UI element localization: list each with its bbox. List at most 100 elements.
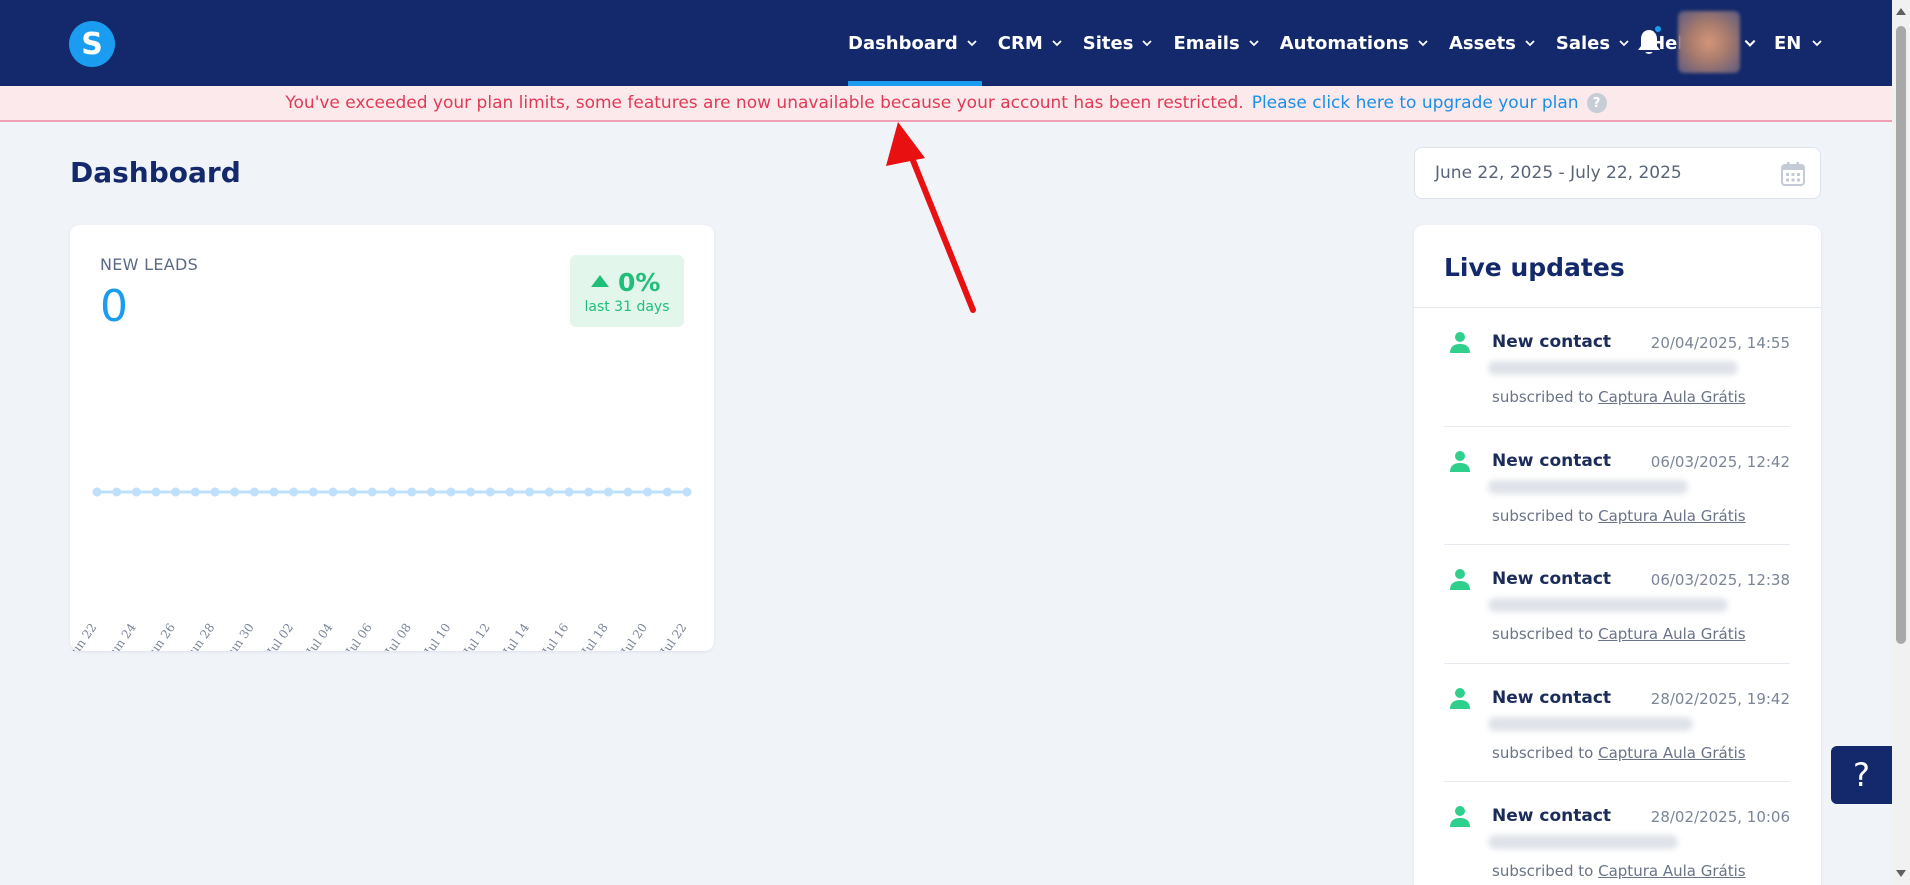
update-detail: subscribed to Captura Aula Grátis [1492,507,1746,525]
data-point[interactable] [426,487,436,497]
scroll-down-arrow[interactable] [1896,870,1906,877]
scrollbar[interactable] [1892,0,1910,885]
data-point[interactable] [603,487,613,497]
data-point[interactable] [249,487,259,497]
data-point[interactable] [348,487,358,497]
scroll-thumb[interactable] [1896,26,1906,644]
x-tick-label: Jun 24 [104,620,139,651]
data-point[interactable] [92,487,102,497]
language-selector[interactable]: EN [1774,0,1823,86]
chevron-down-icon[interactable] [1743,36,1757,50]
update-title: New contact [1492,569,1612,589]
subscribed-label: subscribed to [1492,743,1594,762]
update-detail: subscribed to Captura Aula Grátis [1492,625,1746,643]
new-leads-card: Jun 22 Jun 24 Jun 26 Jun 28 Jun 30 Jul 02 Jul … [70,225,714,651]
nav-dashboard[interactable]: Dashboard [848,0,982,86]
update-detail: subscribed to Captura Aula Grátis [1492,744,1746,762]
data-point[interactable] [289,487,299,497]
x-tick-label: Jun 22 [70,621,99,651]
list-link[interactable]: Captura Aula Grátis [1598,862,1745,880]
data-point[interactable] [485,487,495,497]
live-updates-card: Live updates New contact 20/04/2025, 14:5… [1414,225,1821,885]
top-navigation: S Dashboard CRM Sites Emails Automations… [0,0,1892,86]
scroll-up-arrow[interactable] [1896,8,1906,15]
data-point[interactable] [151,487,161,497]
list-link[interactable]: Captura Aula Grátis [1598,388,1745,406]
data-point[interactable] [171,487,181,497]
x-tick-label: Jul 08 [381,621,414,651]
x-tick-label: Jul 14 [499,620,532,651]
data-point[interactable] [564,487,574,497]
x-tick-label: Jul 06 [342,621,375,651]
list-item: New contact 28/02/2025, 10:06 subscribed t… [1444,782,1790,885]
main-menu: Dashboard CRM Sites Emails Automations A… [848,0,1716,86]
avatar[interactable] [1678,11,1740,73]
x-tick-label: Jul 10 [420,621,453,651]
list-link[interactable]: Captura Aula Grátis [1598,625,1745,643]
x-tick-label: Jun 30 [222,621,257,651]
nav-assets[interactable]: Assets [1449,0,1536,86]
upgrade-plan-link[interactable]: Please click here to upgrade your plan [1252,93,1579,113]
data-point[interactable] [505,487,515,497]
data-point[interactable] [131,487,141,497]
chevron-down-icon [967,40,977,47]
info-icon[interactable]: ? [1586,93,1607,113]
nav-automations-label: Automations [1279,32,1409,54]
data-point[interactable] [525,487,535,497]
subscribed-label: subscribed to [1492,388,1594,406]
data-point[interactable] [584,487,594,497]
trend-badge: 0% last 31 days [570,255,684,327]
person-icon [1450,806,1470,827]
data-point[interactable] [230,487,240,497]
nav-emails-label: Emails [1173,32,1240,54]
nav-emails[interactable]: Emails [1173,0,1259,86]
x-tick-label: Jul 20 [617,621,650,651]
nav-sales[interactable]: Sales [1556,0,1630,86]
list-link[interactable]: Captura Aula Grátis [1598,744,1745,762]
nav-dashboard-label: Dashboard [848,32,958,54]
triangle-up-icon [591,275,609,287]
x-tick-label: Jul 22 [656,621,689,651]
data-point[interactable] [662,487,672,497]
plan-limit-banner: You've exceeded your plan limits, some f… [0,86,1892,122]
data-point[interactable] [210,487,220,497]
data-point[interactable] [682,487,692,497]
data-point[interactable] [466,487,476,497]
update-timestamp: 06/03/2025, 12:38 [1650,571,1790,589]
app-logo[interactable]: S [69,21,115,67]
data-point[interactable] [190,487,200,497]
nav-assets-label: Assets [1449,32,1516,54]
data-point[interactable] [308,487,318,497]
nav-automations[interactable]: Automations [1280,0,1429,86]
data-point[interactable] [367,487,377,497]
data-point[interactable] [269,487,279,497]
annotation-arrow [886,122,976,313]
update-title: New contact [1492,332,1612,352]
data-point[interactable] [446,487,456,497]
list-item: New contact 06/03/2025, 12:38 subscribed t… [1444,545,1790,664]
person-icon [1450,687,1470,709]
x-tick-label: Jul 18 [578,621,611,651]
list-item: New contact 28/02/2025, 19:42 subscribed t… [1444,664,1790,782]
data-point[interactable] [544,487,554,497]
chevron-down-icon [1249,40,1259,47]
person-icon [1450,569,1470,590]
calendar-icon [1781,162,1805,186]
chevron-down-icon [1418,40,1428,47]
data-point[interactable] [623,487,633,497]
update-timestamp: 06/03/2025, 12:42 [1650,452,1790,471]
data-point[interactable] [112,487,122,497]
data-point[interactable] [387,487,397,497]
data-point[interactable] [407,487,417,497]
nav-sites[interactable]: Sites [1083,0,1154,86]
list-link[interactable]: Captura Aula Grátis [1598,507,1745,525]
data-point[interactable] [328,487,338,497]
page-title: Dashboard [70,156,241,189]
data-point[interactable] [643,487,653,497]
date-range-picker[interactable]: June 22, 2025 - July 22, 2025 [1414,147,1821,199]
subscribed-label: subscribed to [1492,506,1594,525]
update-detail: subscribed to Captura Aula Grátis [1492,862,1746,880]
nav-crm[interactable]: CRM [998,0,1063,86]
help-button[interactable]: ? [1831,746,1892,804]
trend-percentage: 0% [618,268,661,297]
